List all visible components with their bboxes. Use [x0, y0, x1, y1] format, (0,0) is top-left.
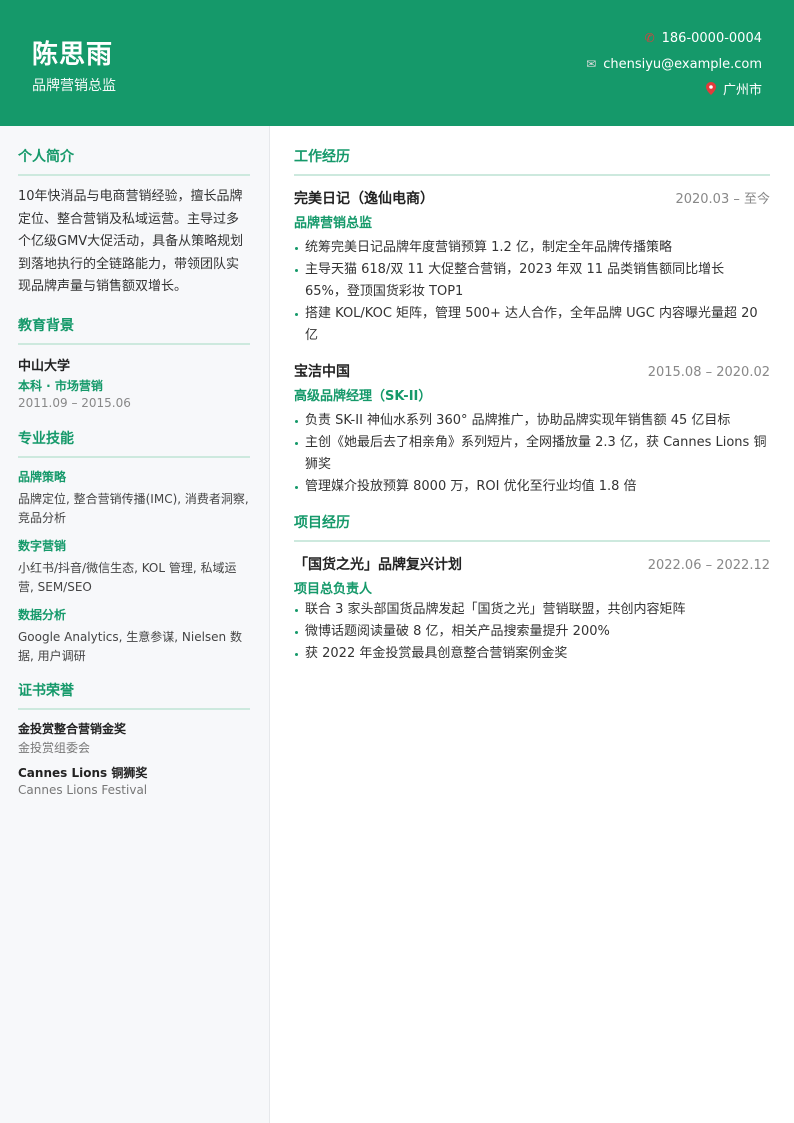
email-text[interactable]: chensiyu@example.com — [603, 57, 762, 72]
project-role: 项目总负责人 — [294, 582, 373, 597]
contact-info: ✆ 186-0000-0004 ✉ chensiyu@example.com 广州市 — [583, 28, 762, 106]
project-bullet: 联合 3 家头部国货品牌发起「国货之光」营销联盟，共创内容矩阵 — [294, 599, 770, 621]
job-bullets: 负责 SK-II 神仙水系列 360° 品牌推广，协助品牌实现年销售额 45 亿… — [294, 410, 770, 498]
skill-group: 数据分析 Google Analytics, 生意参谋, Nielsen 数据,… — [18, 606, 250, 666]
job-company: 宝洁中国 — [294, 364, 350, 380]
work-heading: 工作经历 — [294, 146, 770, 176]
job-bullet: 负责 SK-II 神仙水系列 360° 品牌推广，协助品牌实现年销售额 45 亿… — [294, 410, 770, 432]
project-bullet: 获 2022 年金投赏最具创意整合营销案例金奖 — [294, 643, 770, 665]
project-date: 2022.06 – 2022.12 — [647, 558, 770, 573]
phone-text: 186-0000-0004 — [661, 31, 762, 46]
cert-name: 金投赏整合营销金奖 — [18, 721, 127, 736]
resume-header: 陈思雨 品牌营销总监 ✆ 186-0000-0004 ✉ chensiyu@exam… — [0, 0, 794, 126]
skill-group: 品牌策略 品牌定位, 整合营销传播(IMC), 消费者洞察, 竞品分析 — [18, 468, 250, 528]
summary-heading: 个人简介 — [18, 146, 250, 176]
skills-heading: 专业技能 — [18, 428, 250, 458]
job-date: 2020.03 – 至今 — [675, 192, 770, 207]
project-name: 「国货之光」品牌复兴计划 — [294, 557, 462, 573]
skill-group-name: 品牌策略 — [18, 469, 67, 484]
main-content: 工作经历 完美日记（逸仙电商） 2020.03 – 至今 品牌营销总监 统筹完美… — [270, 126, 794, 1123]
project-entry: 「国货之光」品牌复兴计划 2022.06 – 2022.12 项目总负责人 联合… — [294, 554, 770, 665]
skill-group: 数字营销 小红书/抖音/微信生态, KOL 管理, 私域运营, SEM/SEO — [18, 537, 250, 597]
summary-text: 10年快消品与电商营销经验，擅长品牌定位、整合营销及私域运营。主导过多个亿级GM… — [18, 189, 244, 294]
candidate-name: 陈思雨 — [32, 40, 114, 70]
job-bullet: 主导天猫 618/双 11 大促整合营销，2023 年双 11 品类销售额同比增… — [294, 259, 770, 303]
education-date: 2011.09 – 2015.06 — [18, 395, 131, 410]
skill-group-items: 品牌定位, 整合营销传播(IMC), 消费者洞察, 竞品分析 — [18, 491, 249, 525]
cert-org: 金投赏组委会 — [18, 740, 91, 755]
envelope-icon: ✉ — [586, 57, 597, 71]
job-date: 2015.08 – 2020.02 — [647, 365, 770, 380]
education-degree: 本科 · 市场营销 — [18, 378, 103, 393]
projects-heading: 项目经历 — [294, 512, 770, 542]
job-entry: 完美日记（逸仙电商） 2020.03 – 至今 品牌营销总监 统筹完美日记品牌年… — [294, 188, 770, 347]
contact-phone: ✆ 186-0000-0004 — [583, 28, 762, 54]
job-bullet: 统筹完美日记品牌年度营销预算 1.2 亿，制定全年品牌传播策略 — [294, 237, 770, 259]
skill-group-items: 小红书/抖音/微信生态, KOL 管理, 私域运营, SEM/SEO — [18, 560, 237, 594]
skill-group-name: 数据分析 — [18, 607, 67, 622]
contact-email: ✉ chensiyu@example.com — [583, 54, 762, 80]
job-bullet: 管理媒介投放预算 8000 万，ROI 优化至行业均值 1.8 倍 — [294, 476, 770, 498]
skill-group-items: Google Analytics, 生意参谋, Nielsen 数据, 用户调研 — [18, 629, 242, 663]
cert-name: Cannes Lions 铜狮奖 — [18, 765, 148, 780]
job-bullets: 统筹完美日记品牌年度营销预算 1.2 亿，制定全年品牌传播策略 主导天猫 618… — [294, 237, 770, 347]
job-role: 品牌营销总监 — [294, 216, 373, 231]
map-pin-icon — [703, 80, 719, 100]
job-bullet: 搭建 KOL/KOC 矩阵，管理 500+ 达人合作，全年品牌 UGC 内容曝光… — [294, 303, 770, 347]
job-role: 高级品牌经理（SK-II） — [294, 389, 432, 404]
job-company: 完美日记（逸仙电商） — [294, 191, 434, 207]
skill-group-name: 数字营销 — [18, 538, 67, 553]
phone-icon: ✆ — [644, 31, 655, 45]
job-entry: 宝洁中国 2015.08 – 2020.02 高级品牌经理（SK-II） 负责 … — [294, 361, 770, 498]
candidate-title: 品牌营销总监 — [32, 78, 116, 94]
education-school: 中山大学 — [18, 358, 71, 374]
cert-org: Cannes Lions Festival — [18, 782, 148, 797]
job-bullet: 主创《她最后去了相亲角》系列短片，全网播放量 2.3 亿，获 Cannes Li… — [294, 432, 770, 476]
education-heading: 教育背景 — [18, 315, 250, 345]
project-bullet: 微博话题阅读量破 8 亿，相关产品搜索量提升 200% — [294, 621, 770, 643]
location-text: 广州市 — [722, 83, 762, 98]
contact-location: 广州市 — [583, 80, 762, 106]
certs-heading: 证书荣誉 — [18, 680, 250, 710]
project-bullets: 联合 3 家头部国货品牌发起「国货之光」营销联盟，共创内容矩阵 微博话题阅读量破… — [294, 599, 770, 665]
sidebar: 个人简介 10年快消品与电商营销经验，擅长品牌定位、整合营销及私域运营。主导过多… — [0, 126, 270, 1123]
